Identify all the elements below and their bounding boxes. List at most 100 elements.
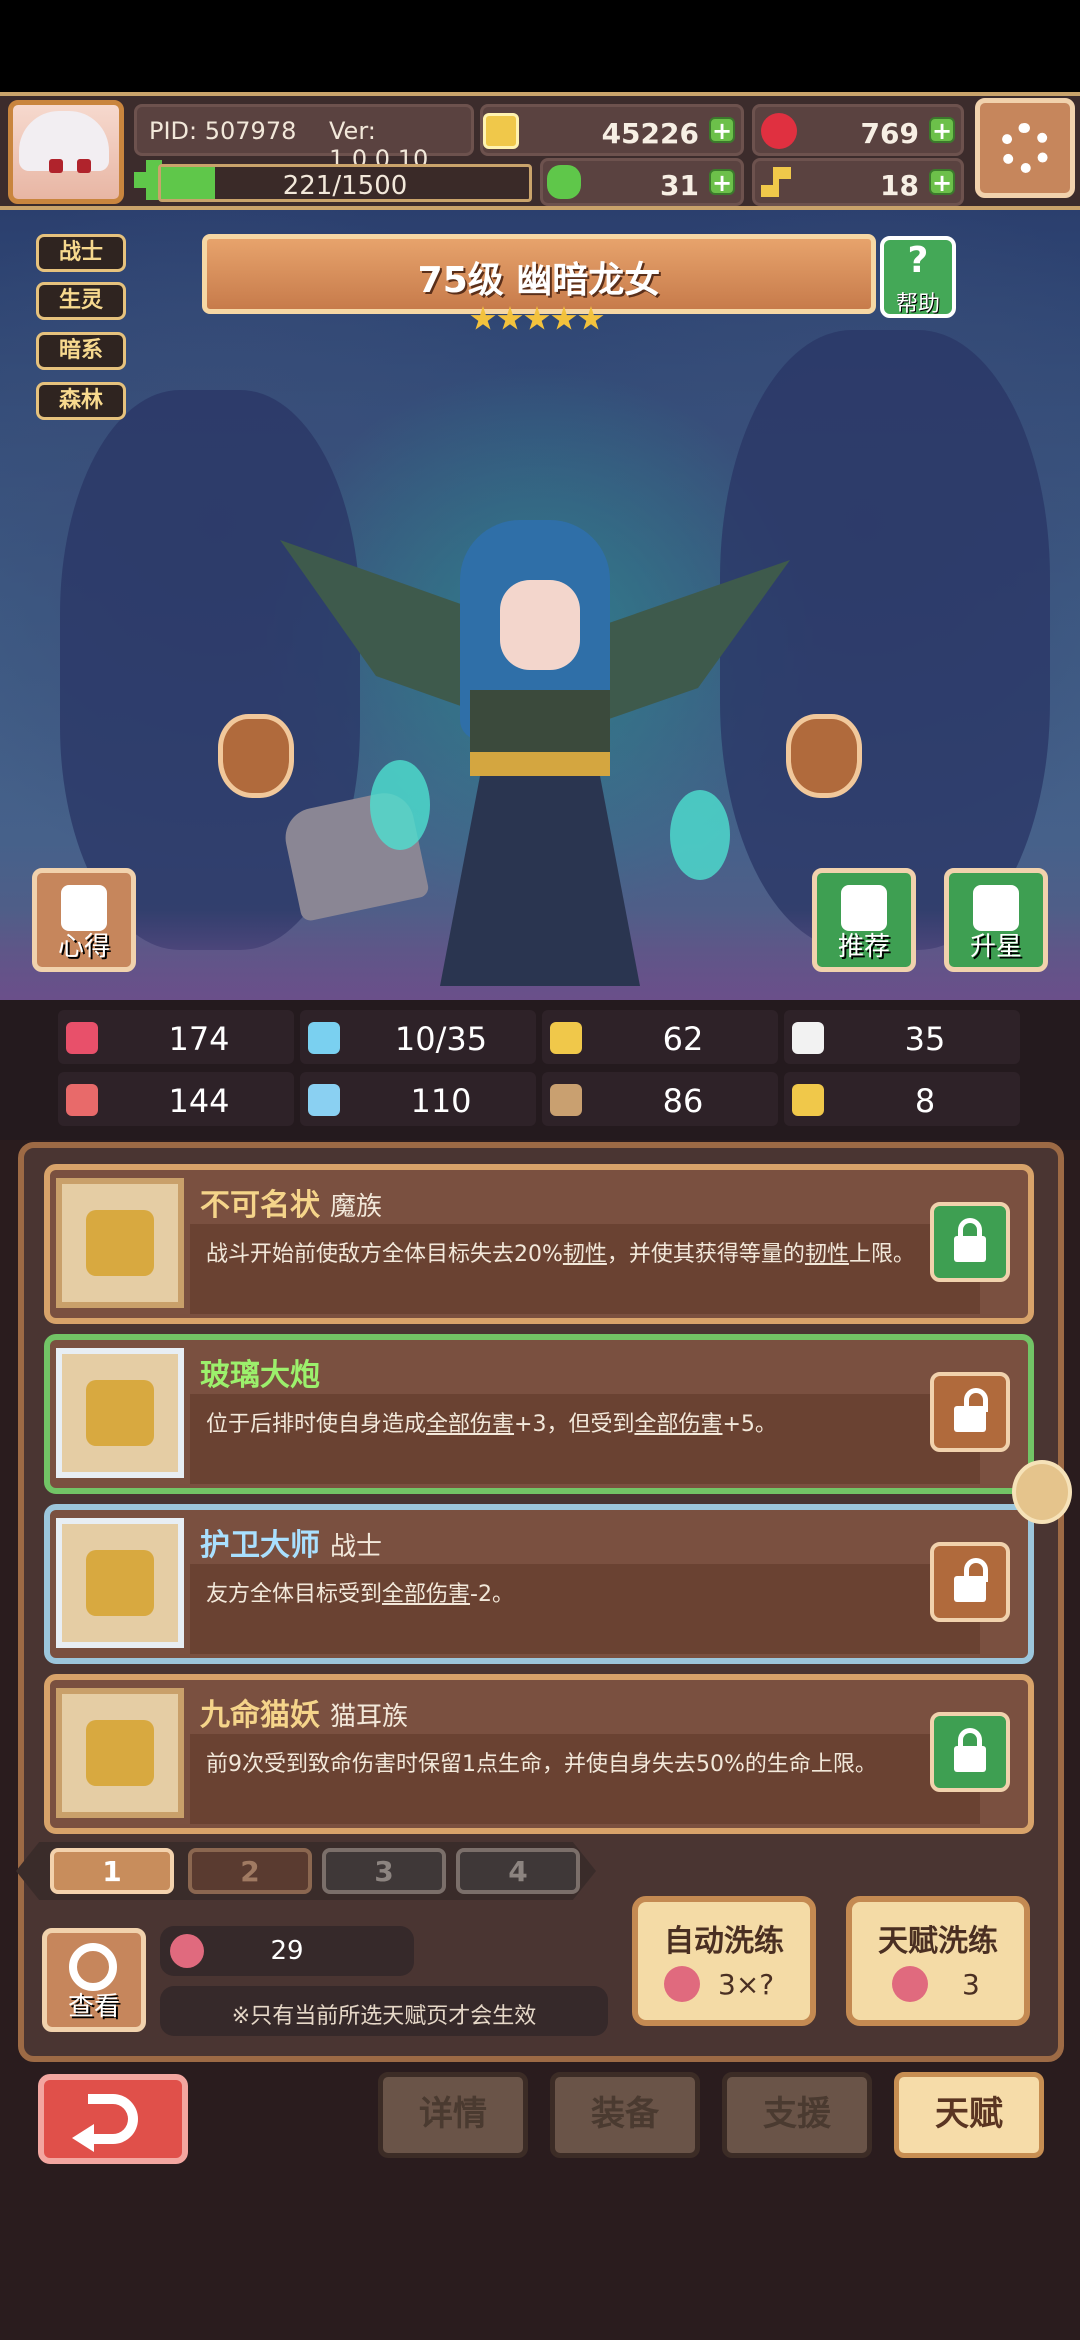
ruby-icon	[761, 113, 797, 149]
page-tab-2[interactable]: 2	[188, 1848, 312, 1894]
note-text: ※只有当前所选天赋页才会生效	[231, 2004, 537, 2029]
lock-button[interactable]	[930, 1202, 1010, 1282]
hero-face	[500, 580, 580, 670]
talent-description: 友方全体目标受到全部伤害-2。	[206, 1578, 966, 1612]
clover-icon	[547, 165, 581, 199]
star-icon	[524, 306, 550, 330]
recommend-button[interactable]: 推荐	[812, 868, 916, 972]
talent-icon	[56, 1518, 184, 1648]
auto-reroll-cost: 3×?	[718, 1968, 775, 2001]
side-handle[interactable]	[1012, 1460, 1072, 1524]
talent-icon	[56, 1688, 184, 1818]
stat-water-drop: 10/35	[300, 1010, 536, 1064]
hero-torso	[470, 690, 610, 760]
stat-heart: 174	[58, 1010, 294, 1064]
key-pill: 18 +	[752, 158, 964, 206]
talent-name: 九命猫妖	[200, 1698, 320, 1733]
thumbs-up-icon	[841, 885, 887, 931]
stat-value: 144	[168, 1082, 230, 1120]
nav-details[interactable]: 详情	[378, 2072, 528, 2158]
left-equip-slot[interactable]	[218, 714, 294, 798]
horseshoe-icon	[792, 1084, 824, 1116]
return-arrow-icon	[88, 2094, 138, 2144]
desc-text: 战斗开始前使敌方全体目标失去20%	[206, 1242, 563, 1267]
talent-card[interactable]: 不可名状 魔族 战斗开始前使敌方全体目标失去20%韧性，并使其获得等量的韧性上限。	[44, 1164, 1034, 1324]
add-clover-button[interactable]: +	[709, 169, 735, 195]
settings-button[interactable]	[975, 98, 1075, 198]
star-icon	[578, 306, 604, 330]
note-box: ※只有当前所选天赋页才会生效	[160, 1986, 608, 2036]
star-up-button[interactable]: 升星	[944, 868, 1048, 972]
unlock-button[interactable]	[930, 1372, 1010, 1452]
add-gold-button[interactable]: +	[709, 117, 735, 143]
desc-text: -2。	[470, 1582, 514, 1607]
fruit-icon	[892, 1966, 928, 2002]
notes-icon	[61, 885, 107, 931]
add-gems-button[interactable]: +	[929, 117, 955, 143]
nav-talent[interactable]: 天赋	[894, 2072, 1044, 2158]
notes-button[interactable]: 心得	[32, 868, 136, 972]
back-button[interactable]	[38, 2074, 188, 2164]
page-tab-1[interactable]: 1	[50, 1848, 174, 1894]
heart-icon	[66, 1022, 98, 1054]
water-drop-icon	[308, 1022, 340, 1054]
fist-icon	[66, 1084, 98, 1116]
wing-icon	[792, 1022, 824, 1054]
star-icon	[470, 306, 496, 330]
recommend-label: 推荐	[837, 932, 890, 962]
right-equip-slot[interactable]	[786, 714, 862, 798]
gems-pill: 769 +	[752, 104, 964, 156]
fruit-count: 29	[270, 1936, 304, 1966]
talent-card[interactable]: 护卫大师 战士 友方全体目标受到全部伤害-2。	[44, 1504, 1034, 1664]
spirit-flame-right	[670, 790, 730, 880]
keyword-link[interactable]: 全部伤害	[382, 1582, 470, 1607]
hero-title-banner: 75级 幽暗龙女	[202, 234, 876, 314]
star-rating	[470, 306, 610, 336]
keyword-link[interactable]: 全部伤害	[426, 1412, 514, 1437]
pid-label: PID: 507978	[149, 117, 297, 145]
stat-scroll: 86	[542, 1072, 778, 1126]
stat-value: 86	[662, 1082, 704, 1120]
stat-book: 110	[300, 1072, 536, 1126]
talent-type: 猫耳族	[330, 1702, 409, 1732]
hero-belt	[470, 752, 610, 776]
view-label: 查看	[67, 1992, 120, 2022]
page-tab-4[interactable]: 4	[456, 1848, 580, 1894]
keyword-link[interactable]: 全部伤害	[634, 1412, 722, 1437]
tag-class: 战士	[36, 234, 126, 272]
notes-label: 心得	[57, 932, 110, 962]
stat-shield: 62	[542, 1010, 778, 1064]
add-key-button[interactable]: +	[929, 169, 955, 195]
page-tab-3[interactable]: 3	[322, 1848, 446, 1894]
star-icon	[973, 885, 1019, 931]
stat-fist: 144	[58, 1072, 294, 1126]
keyword-link[interactable]: 韧性	[805, 1242, 849, 1267]
nav-equipment[interactable]: 装备	[550, 2072, 700, 2158]
player-avatar[interactable]	[8, 100, 124, 204]
exp-value: 221/1500	[282, 171, 408, 201]
key-value: 18	[880, 169, 919, 202]
talent-reroll-label: 天赋洗练	[878, 1924, 998, 1959]
desc-text: +3，但受到	[514, 1412, 635, 1437]
stat-value: 10/35	[394, 1020, 488, 1058]
view-button[interactable]: 查看	[42, 1928, 146, 2032]
nav-support[interactable]: 支援	[722, 2072, 872, 2158]
star-icon	[551, 306, 577, 330]
talent-reroll-button[interactable]: 天赋洗练 3	[846, 1896, 1030, 2026]
stat-value: 8	[914, 1082, 936, 1120]
lock-button[interactable]	[930, 1712, 1010, 1792]
unlock-button[interactable]	[930, 1542, 1010, 1622]
talent-name: 不可名状	[200, 1188, 320, 1223]
keyword-link[interactable]: 韧性	[563, 1242, 607, 1267]
help-button[interactable]: ? 帮助	[880, 236, 956, 318]
talent-card[interactable]: 玻璃大炮 位于后排时使自身造成全部伤害+3，但受到全部伤害+5。	[44, 1334, 1034, 1494]
stat-value: 110	[410, 1082, 472, 1120]
stat-value: 174	[168, 1020, 230, 1058]
auto-reroll-button[interactable]: 自动洗练 3×?	[632, 1896, 816, 2026]
gold-pill: 45226 +	[480, 104, 744, 156]
fruit-icon	[664, 1966, 700, 2002]
talent-icon	[56, 1178, 184, 1308]
scroll-icon	[550, 1084, 582, 1116]
help-label: 帮助	[895, 292, 940, 317]
talent-card[interactable]: 九命猫妖 猫耳族 前9次受到致命伤害时保留1点生命，并使自身失去50%的生命上限。	[44, 1674, 1034, 1834]
